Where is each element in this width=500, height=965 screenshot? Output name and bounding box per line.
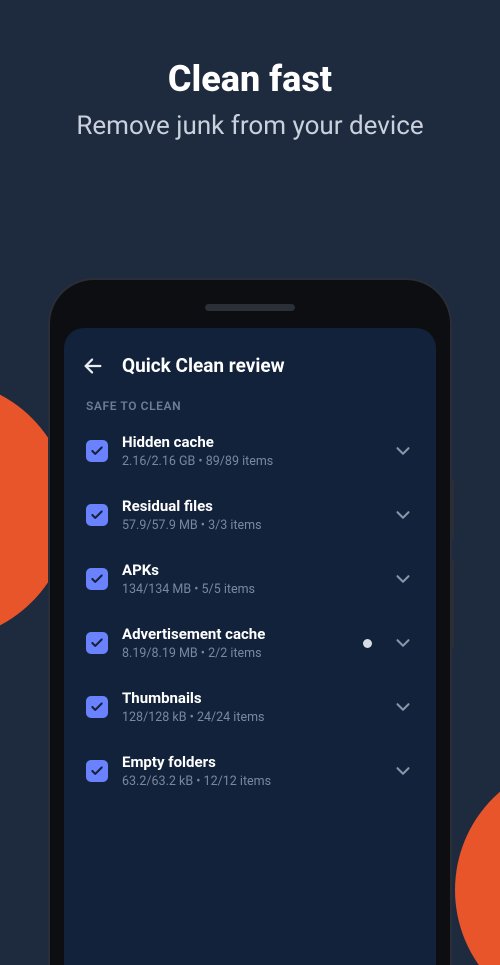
item-title: Residual files (122, 497, 378, 515)
checkbox[interactable] (86, 632, 108, 654)
item-subtitle: 128/128 kB • 24/24 items (122, 710, 378, 725)
chevron-down-icon[interactable] (392, 568, 414, 590)
list-item[interactable]: Thumbnails 128/128 kB • 24/24 items (72, 675, 428, 739)
item-title: Advertisement cache (122, 625, 349, 643)
item-text: Thumbnails 128/128 kB • 24/24 items (122, 689, 378, 725)
chevron-down-icon[interactable] (392, 504, 414, 526)
list-item[interactable]: Hidden cache 2.16/2.16 GB • 89/89 items (72, 419, 428, 483)
item-subtitle: 8.19/8.19 MB • 2/2 items (122, 646, 349, 661)
checkbox[interactable] (86, 440, 108, 462)
promo-subtitle: Remove junk from your device (30, 110, 470, 143)
item-title: Thumbnails (122, 689, 378, 707)
app-screen: Quick Clean review SAFE TO CLEAN Hidden … (64, 328, 436, 965)
item-text: Residual files 57.9/57.9 MB • 3/3 items (122, 497, 378, 533)
item-subtitle: 134/134 MB • 5/5 items (122, 582, 378, 597)
decorative-circle (455, 760, 500, 965)
screen-title: Quick Clean review (122, 354, 285, 377)
item-subtitle: 63.2/63.2 kB • 12/12 items (122, 774, 378, 789)
promo-title: Clean fast (30, 58, 470, 100)
section-label: SAFE TO CLEAN (64, 391, 436, 419)
checkbox[interactable] (86, 568, 108, 590)
phone-speaker (205, 304, 295, 311)
back-arrow-icon[interactable] (82, 355, 104, 377)
phone-side-button (450, 560, 454, 650)
list-item[interactable]: Residual files 57.9/57.9 MB • 3/3 items (72, 483, 428, 547)
chevron-down-icon[interactable] (392, 696, 414, 718)
item-title: APKs (122, 561, 378, 579)
chevron-down-icon[interactable] (392, 632, 414, 654)
clean-list: Hidden cache 2.16/2.16 GB • 89/89 items Re… (64, 419, 436, 965)
checkbox[interactable] (86, 696, 108, 718)
chevron-down-icon[interactable] (392, 760, 414, 782)
item-title: Empty folders (122, 753, 378, 771)
list-item[interactable]: Advertisement cache 8.19/8.19 MB • 2/2 it… (72, 611, 428, 675)
item-subtitle: 57.9/57.9 MB • 3/3 items (122, 518, 378, 533)
phone-frame: Quick Clean review SAFE TO CLEAN Hidden … (50, 280, 450, 965)
checkbox[interactable] (86, 504, 108, 526)
phone-side-button (450, 480, 454, 540)
checkbox[interactable] (86, 760, 108, 782)
list-item[interactable]: Empty folders 63.2/63.2 kB • 12/12 items (72, 739, 428, 803)
item-text: APKs 134/134 MB • 5/5 items (122, 561, 378, 597)
item-title: Hidden cache (122, 433, 378, 451)
item-subtitle: 2.16/2.16 GB • 89/89 items (122, 454, 378, 469)
item-text: Advertisement cache 8.19/8.19 MB • 2/2 it… (122, 625, 349, 661)
item-text: Empty folders 63.2/63.2 kB • 12/12 items (122, 753, 378, 789)
item-text: Hidden cache 2.16/2.16 GB • 89/89 items (122, 433, 378, 469)
indicator-dot-icon (363, 639, 372, 648)
chevron-down-icon[interactable] (392, 440, 414, 462)
app-header: Quick Clean review (64, 328, 436, 391)
list-item[interactable]: APKs 134/134 MB • 5/5 items (72, 547, 428, 611)
